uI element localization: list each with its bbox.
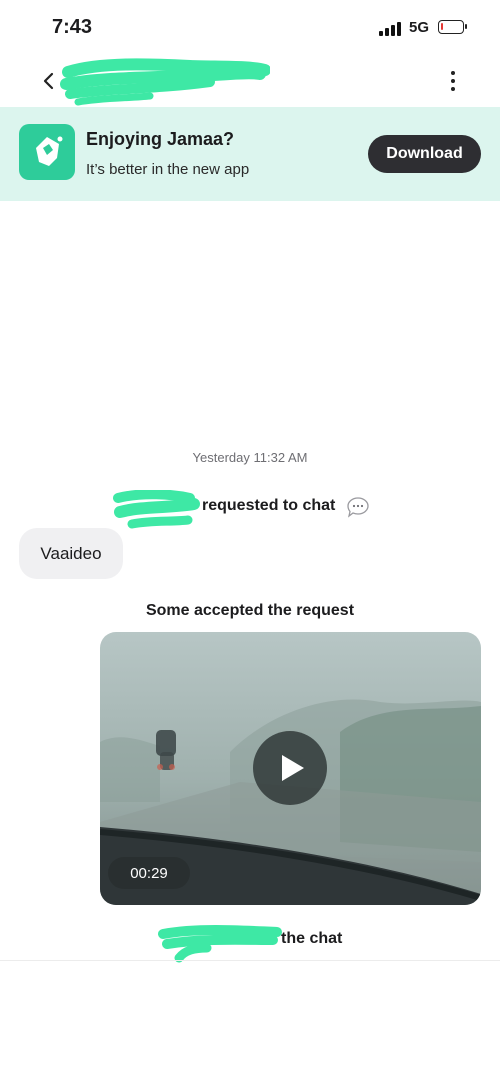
battery-icon [438,20,467,34]
status-bar: 7:43 5G [0,0,500,56]
redacted-contact-name [60,58,270,106]
video-message[interactable]: 00:29 [100,632,481,905]
left-chat-notice: the chat [0,925,500,963]
chat-bubble-icon [347,497,369,518]
request-accepted-notice: Some accepted the request [145,602,355,619]
status-time: 7:43 [52,16,93,38]
message-text: Vaaideo [40,543,102,563]
back-button[interactable] [38,66,60,96]
more-options-button[interactable] [440,66,466,96]
download-button[interactable]: Download [368,135,481,173]
play-icon [282,755,304,781]
network-label: 5G [409,19,430,36]
chat-header [0,56,500,106]
chevron-left-icon [43,72,54,90]
video-duration: 00:29 [108,857,190,889]
banner-title: Enjoying Jamaa? [86,129,235,149]
jamaa-app-icon [19,124,75,180]
left-chat-text: the chat [281,930,343,947]
battery-level [441,23,443,30]
chat-request-notice: requested to chat [0,490,500,529]
play-button[interactable] [253,731,327,805]
message-bubble[interactable]: Vaaideo [19,528,123,579]
signal-icon [379,22,403,36]
app-install-banner: Enjoying Jamaa? It’s better in the new a… [0,107,500,201]
message-timestamp: Yesterday 11:32 AM [192,450,308,465]
divider [0,960,500,961]
request-text: requested to chat [202,497,336,514]
banner-subtitle: It’s better in the new app [86,161,250,178]
